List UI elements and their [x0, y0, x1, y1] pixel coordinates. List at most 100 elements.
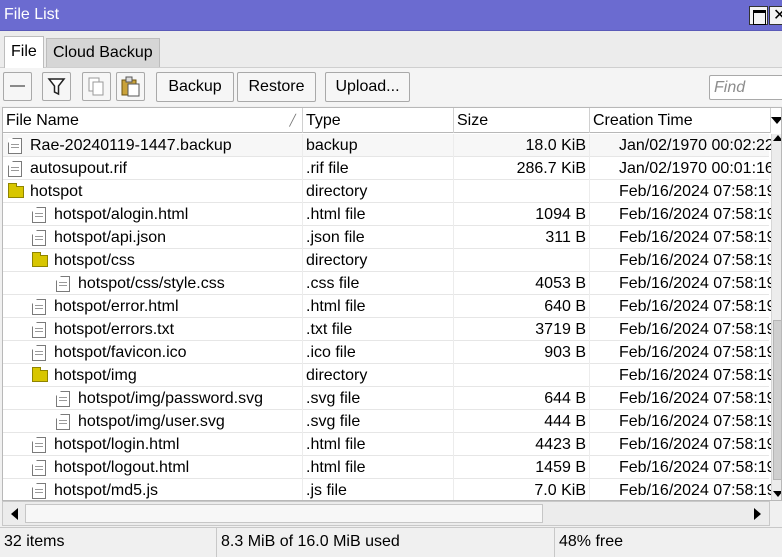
- file-icon: [32, 207, 46, 223]
- file-icon: [32, 299, 46, 315]
- column-header-label: File Name: [6, 112, 79, 129]
- cell-creation-time: Feb/16/2024 07:58:19: [619, 229, 776, 246]
- table-body: Rae-20240119-1447.backup backup 18.0 KiB Ja…: [3, 134, 776, 500]
- cell-size: 644 B: [454, 387, 590, 410]
- cell-file-name: hotspot/img/password.svg: [3, 387, 303, 410]
- cell-creation-time: Feb/16/2024 07:58:19: [619, 275, 776, 292]
- file-icon: [56, 391, 70, 407]
- table-row[interactable]: hotspot/api.json .json file 311 B Feb/16/20…: [3, 226, 776, 249]
- cell-type: .ico file: [306, 341, 454, 364]
- file-name: hotspot/css/style.css: [78, 275, 225, 292]
- vertical-scrollbar[interactable]: [771, 134, 781, 500]
- remove-icon: [10, 85, 25, 87]
- filter-icon: [47, 78, 66, 96]
- file-icon: [56, 276, 70, 292]
- cell-size: 1459 B: [454, 456, 590, 479]
- scroll-thumb[interactable]: [773, 320, 781, 480]
- cell-type: directory: [306, 180, 454, 203]
- column-menu-icon[interactable]: [771, 108, 781, 133]
- file-name: hotspot/img/user.svg: [78, 413, 225, 430]
- cell-type: .html file: [306, 456, 454, 479]
- file-icon: [8, 138, 22, 154]
- cell-creation-time: Feb/16/2024 07:58:19: [619, 206, 776, 223]
- cell-type: .html file: [306, 433, 454, 456]
- file-name: hotspot/img/password.svg: [78, 390, 263, 407]
- cell-size: 640 B: [454, 295, 590, 318]
- scroll-left-icon[interactable]: [11, 508, 18, 520]
- table-row[interactable]: hotspot/img/user.svg .svg file 444 B Feb/16…: [3, 410, 776, 433]
- table-row[interactable]: hotspot/error.html .html file 640 B Feb/16/…: [3, 295, 776, 318]
- file-name: hotspot/login.html: [54, 436, 180, 453]
- scroll-down-icon[interactable]: [773, 491, 781, 497]
- cell-file-name: hotspot/error.html: [3, 295, 303, 318]
- cell-creation-time: Feb/16/2024 07:58:19: [619, 436, 776, 453]
- cell-creation-time: Jan/02/1970 00:02:22: [619, 137, 774, 154]
- table-row[interactable]: hotspot/logout.html .html file 1459 B Feb/1…: [3, 456, 776, 479]
- tab-cloud-backup[interactable]: Cloud Backup: [46, 38, 160, 67]
- cell-type: .svg file: [306, 387, 454, 410]
- table-row[interactable]: hotspot/css directory Feb/16/2024 07:58:19: [3, 249, 776, 272]
- file-name: hotspot/api.json: [54, 229, 167, 246]
- cell-type: directory: [306, 249, 454, 272]
- horizontal-scroll-thumb[interactable]: [25, 504, 543, 523]
- table-row[interactable]: hotspot/alogin.html .html file 1094 B Feb/1…: [3, 203, 776, 226]
- file-icon: [32, 460, 46, 476]
- tab-file[interactable]: File: [4, 36, 44, 69]
- cell-creation-time: Feb/16/2024 07:58:19: [619, 482, 776, 499]
- horizontal-scrollbar[interactable]: [2, 501, 770, 526]
- cell-size: 18.0 KiB: [454, 134, 590, 157]
- cell-size: 311 B: [454, 226, 590, 249]
- cell-type: directory: [306, 364, 454, 387]
- paste-icon: [121, 76, 140, 97]
- restore-button[interactable]: Restore: [237, 72, 316, 102]
- table-row[interactable]: hotspot/errors.txt .txt file 3719 B Feb/16/…: [3, 318, 776, 341]
- cell-creation-time: Feb/16/2024 07:58:19: [619, 459, 776, 476]
- column-header-type[interactable]: Type: [303, 108, 454, 133]
- file-name: hotspot/md5.js: [54, 482, 159, 499]
- maximize-icon[interactable]: [749, 6, 768, 25]
- cell-creation-time: Feb/16/2024 07:58:19: [619, 367, 776, 384]
- find-input[interactable]: [709, 75, 782, 100]
- column-header-size[interactable]: Size: [454, 108, 590, 133]
- table-row[interactable]: hotspot/favicon.ico .ico file 903 B Feb/16/…: [3, 341, 776, 364]
- column-header-file-name[interactable]: File Name ╱: [3, 108, 303, 133]
- cell-creation-time: Feb/16/2024 07:58:19: [619, 183, 776, 200]
- copy-button[interactable]: [82, 72, 111, 101]
- cell-type: .html file: [306, 203, 454, 226]
- table-row[interactable]: hotspot/img/password.svg .svg file 644 B Fe…: [3, 387, 776, 410]
- cell-file-name: hotspot/alogin.html: [3, 203, 303, 226]
- cell-size: 7.0 KiB: [454, 479, 590, 500]
- scroll-up-icon[interactable]: [773, 135, 781, 141]
- folder-icon: [8, 183, 24, 198]
- remove-button[interactable]: [3, 72, 32, 101]
- cell-file-name: autosupout.rif: [3, 157, 303, 180]
- cell-size: [454, 364, 590, 387]
- paste-button[interactable]: [116, 72, 145, 101]
- table-row[interactable]: hotspot/login.html .html file 4423 B Feb/16…: [3, 433, 776, 456]
- filter-button[interactable]: [42, 72, 71, 101]
- toolbar: Backup Restore Upload...: [0, 68, 782, 106]
- table-row[interactable]: autosupout.rif .rif file 286.7 KiB Jan/02/1…: [3, 157, 774, 180]
- upload-button[interactable]: Upload...: [325, 72, 410, 102]
- file-table: File Name ╱ Type Size Creation Time Rae-…: [2, 107, 782, 501]
- table-row[interactable]: hotspot/css/style.css .css file 4053 B Feb/…: [3, 272, 776, 295]
- column-header-creation-time[interactable]: Creation Time: [590, 108, 771, 133]
- close-icon[interactable]: ✕: [769, 6, 782, 25]
- cell-creation-time: Feb/16/2024 07:58:19: [619, 252, 776, 269]
- cell-creation-time: Feb/16/2024 07:58:19: [619, 390, 776, 407]
- cell-size: [454, 180, 590, 203]
- tab-bar: File Cloud Backup: [0, 31, 782, 69]
- title-bar[interactable]: File List ✕: [0, 0, 782, 31]
- file-icon: [32, 322, 46, 338]
- file-name: hotspot/logout.html: [54, 459, 190, 476]
- cell-creation-time: Feb/16/2024 07:58:19: [619, 321, 776, 338]
- cell-file-name: hotspot/logout.html: [3, 456, 303, 479]
- table-row[interactable]: hotspot/md5.js .js file 7.0 KiB Feb/16/2024…: [3, 479, 776, 500]
- table-row[interactable]: hotspot/img directory Feb/16/2024 07:58:19: [3, 364, 776, 387]
- table-row[interactable]: hotspot directory Feb/16/2024 07:58:19: [3, 180, 776, 203]
- scroll-right-icon[interactable]: [754, 508, 761, 520]
- cell-type: .rif file: [306, 157, 454, 180]
- cell-size: 444 B: [454, 410, 590, 433]
- backup-button[interactable]: Backup: [156, 72, 234, 102]
- table-row[interactable]: Rae-20240119-1447.backup backup 18.0 KiB Ja…: [3, 134, 774, 157]
